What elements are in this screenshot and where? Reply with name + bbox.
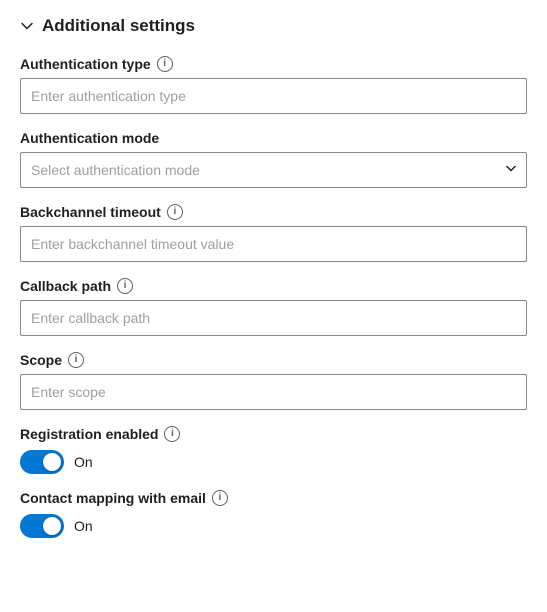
authentication-mode-select[interactable]: Select authentication mode — [20, 152, 527, 188]
callback-path-label: Callback path i — [20, 278, 527, 294]
contact-mapping-toggle-row: On — [20, 514, 527, 538]
backchannel-timeout-label: Backchannel timeout i — [20, 204, 527, 220]
scope-input[interactable] — [20, 374, 527, 410]
contact-mapping-track — [20, 514, 64, 538]
section-title: Additional settings — [42, 16, 195, 36]
registration-enabled-toggle-row: On — [20, 450, 527, 474]
backchannel-timeout-input[interactable] — [20, 226, 527, 262]
registration-enabled-thumb — [43, 453, 61, 471]
registration-enabled-on-label: On — [74, 454, 93, 470]
registration-enabled-label: Registration enabled i — [20, 426, 527, 442]
registration-enabled-field: Registration enabled i On — [20, 426, 527, 474]
section-header: Additional settings — [20, 16, 527, 36]
authentication-mode-field: Authentication mode Select authenticatio… — [20, 130, 527, 188]
contact-mapping-thumb — [43, 517, 61, 535]
scope-field: Scope i — [20, 352, 527, 410]
contact-mapping-label: Contact mapping with email i — [20, 490, 527, 506]
scope-label: Scope i — [20, 352, 527, 368]
authentication-type-field: Authentication type i — [20, 56, 527, 114]
authentication-type-label: Authentication type i — [20, 56, 527, 72]
callback-path-info-icon[interactable]: i — [117, 278, 133, 294]
contact-mapping-field: Contact mapping with email i On — [20, 490, 527, 538]
backchannel-timeout-field: Backchannel timeout i — [20, 204, 527, 262]
callback-path-field: Callback path i — [20, 278, 527, 336]
authentication-mode-select-wrapper: Select authentication mode — [20, 152, 527, 188]
contact-mapping-toggle[interactable] — [20, 514, 64, 538]
contact-mapping-info-icon[interactable]: i — [212, 490, 228, 506]
registration-enabled-toggle[interactable] — [20, 450, 64, 474]
authentication-type-input[interactable] — [20, 78, 527, 114]
registration-enabled-track — [20, 450, 64, 474]
scope-info-icon[interactable]: i — [68, 352, 84, 368]
contact-mapping-on-label: On — [74, 518, 93, 534]
callback-path-input[interactable] — [20, 300, 527, 336]
collapse-chevron-icon[interactable] — [20, 19, 34, 33]
authentication-type-info-icon[interactable]: i — [157, 56, 173, 72]
backchannel-timeout-info-icon[interactable]: i — [167, 204, 183, 220]
authentication-mode-label: Authentication mode — [20, 130, 527, 146]
registration-enabled-info-icon[interactable]: i — [164, 426, 180, 442]
